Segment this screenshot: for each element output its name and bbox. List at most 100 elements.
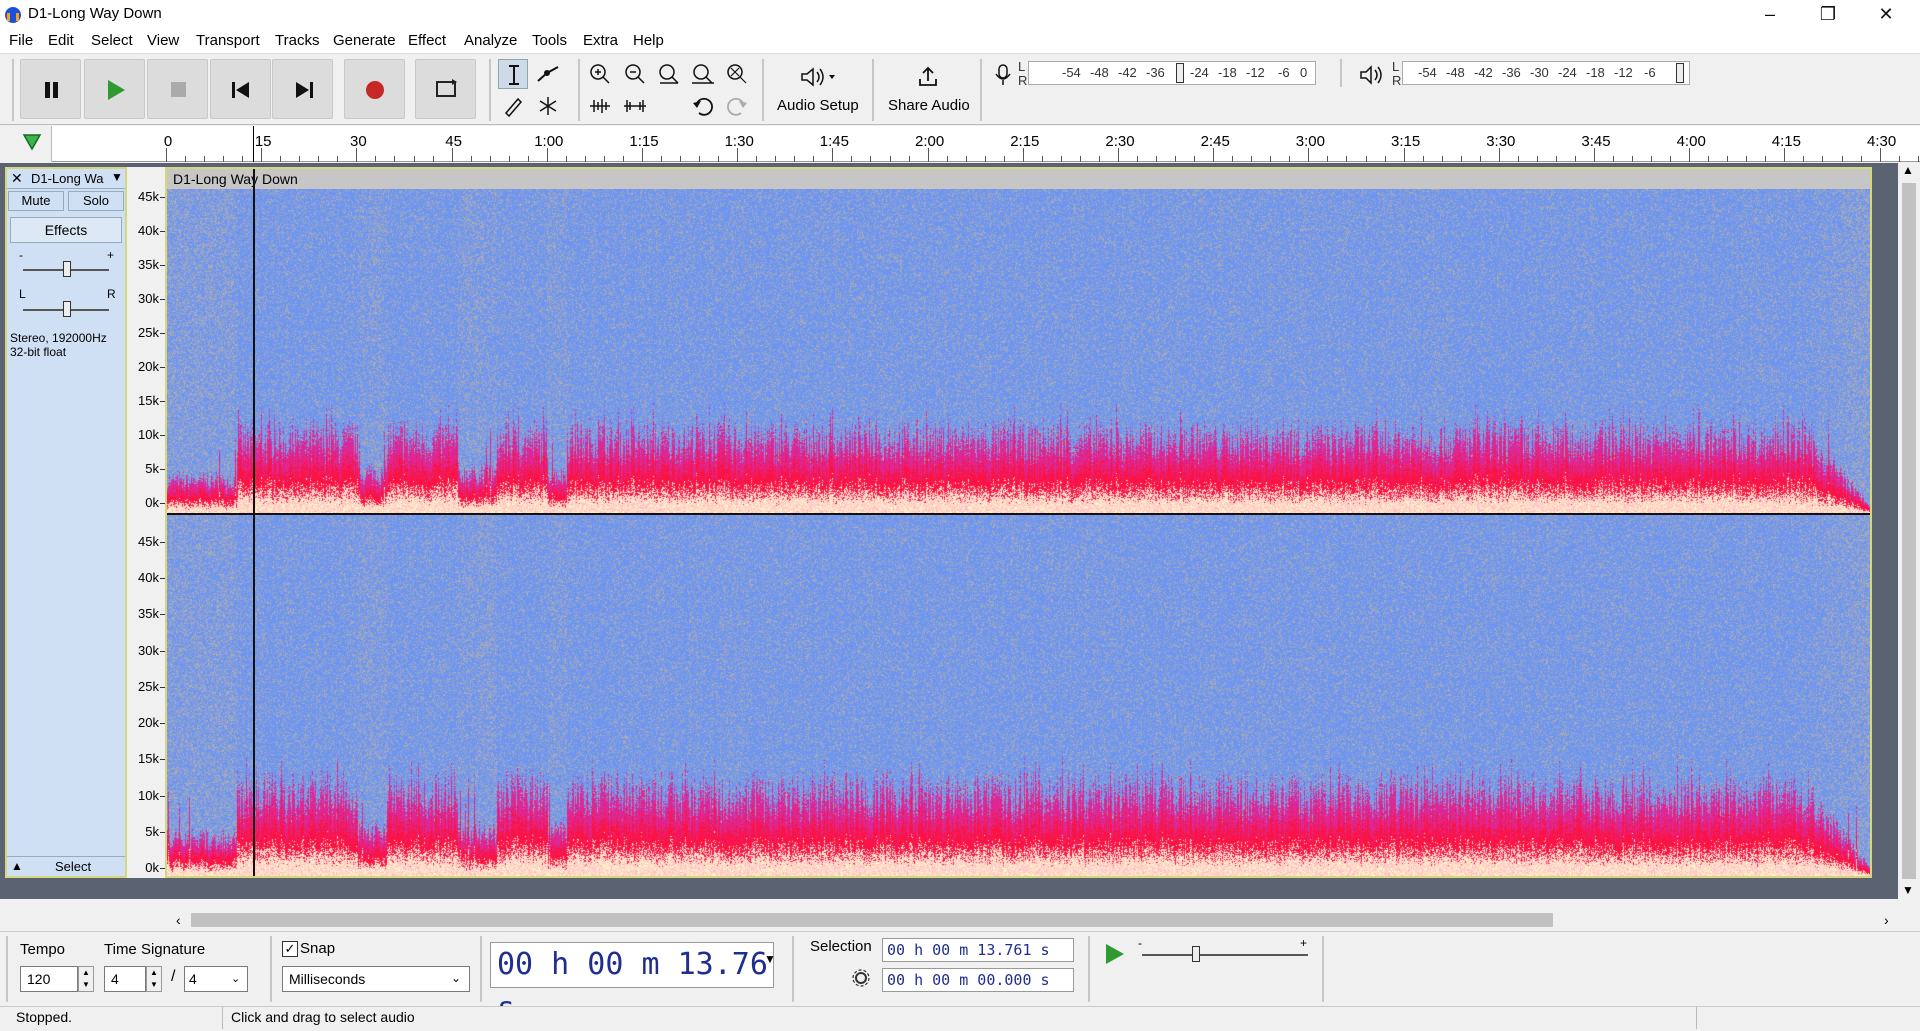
menu-transport[interactable]: Transport	[196, 32, 260, 49]
fit-project-button[interactable]	[688, 59, 718, 89]
selection-tool-button[interactable]	[498, 59, 528, 89]
track-area[interactable]: ✕ D1-Long Wa ▼ Mute Solo Effects - + L R…	[0, 163, 1920, 899]
multi-tool-button[interactable]	[533, 91, 563, 121]
scroll-right-icon[interactable]: ›	[1884, 912, 1889, 928]
restore-icon[interactable]: ❐	[1800, 0, 1856, 30]
timeline-ruler[interactable]: 0 15 30 45 1:00 1:15 1:30 1:45 2:00 2:15 2:30 2:45 3…	[0, 126, 1920, 162]
recording-meter[interactable]: L R -54 -48 -42 -36 -24 -18 -12 -6 0	[990, 59, 1330, 89]
select-track-button[interactable]: Select	[55, 859, 91, 874]
toolbar-grip[interactable]	[6, 936, 8, 1002]
zoom-in-button[interactable]	[585, 59, 615, 89]
menu-file[interactable]: File	[9, 32, 33, 49]
menu-generate[interactable]: Generate	[333, 32, 396, 49]
selection-length-field[interactable]: 00 h 00 m 00.000 s	[882, 968, 1074, 992]
toolbar-grip[interactable]	[1088, 936, 1090, 1002]
toolbar-grip[interactable]	[1340, 59, 1342, 87]
gain-slider[interactable]	[63, 261, 71, 277]
toolbar-grip[interactable]	[480, 936, 482, 1002]
audio-setup-button[interactable]: Audio Setup	[770, 59, 866, 121]
close-icon[interactable]: ✕	[1858, 0, 1914, 30]
menu-select[interactable]: Select	[91, 32, 133, 49]
playback-meter[interactable]: L R -54 -48 -42 -36 -30 -24 -18 -12 -6	[1356, 59, 1696, 89]
tempo-spinner[interactable]: ▲ ▼	[78, 966, 94, 992]
toolbar-grip[interactable]	[12, 59, 14, 121]
skip-to-start-button[interactable]	[210, 59, 271, 119]
toolbar-grip[interactable]	[1322, 936, 1324, 1002]
toolbar-grip[interactable]	[762, 59, 764, 121]
toolbar-grip[interactable]	[270, 936, 272, 1002]
track-name-menu[interactable]: D1-Long Wa	[31, 171, 104, 186]
scroll-left-icon[interactable]: ‹	[176, 912, 181, 928]
loop-button[interactable]	[415, 59, 476, 119]
play-at-speed-button[interactable]	[1100, 940, 1128, 968]
ruler-minor-tick	[603, 156, 605, 162]
chevron-down-icon[interactable]: ▼	[111, 170, 123, 184]
snap-checkbox[interactable]: ✓	[282, 941, 298, 957]
toolbar-grip[interactable]	[980, 59, 982, 121]
menu-analyze[interactable]: Analyze	[464, 32, 517, 49]
envelope-tool-button[interactable]	[533, 59, 563, 89]
minimize-icon[interactable]: –	[1742, 0, 1798, 30]
clip-title-bar[interactable]: D1-Long Way Down	[167, 169, 1870, 189]
spectrogram-left-channel[interactable]	[167, 189, 1870, 513]
record-button[interactable]	[344, 59, 405, 119]
audio-clip[interactable]: D1-Long Way Down	[165, 167, 1872, 878]
scroll-up-icon[interactable]: ▲	[1902, 163, 1914, 177]
scroll-down-icon[interactable]: ▼	[1902, 883, 1914, 897]
menu-help[interactable]: Help	[633, 32, 664, 49]
time-display[interactable]: 00 h 00 m 13.76 s	[490, 942, 774, 1026]
play-level-slider[interactable]	[1676, 63, 1684, 83]
redo-button[interactable]	[722, 91, 752, 121]
meter-channel-l: L	[1392, 59, 1400, 74]
skip-to-end-button[interactable]	[272, 59, 333, 119]
toolbar-grip[interactable]	[872, 59, 874, 121]
frequency-ruler[interactable]: 45k 40k 35k 30k 25k 20k 15k 10k 5k 0k 45k 40k 35k 30…	[127, 167, 165, 878]
menu-edit[interactable]: Edit	[48, 32, 74, 49]
undo-button[interactable]	[688, 91, 718, 121]
menu-extra[interactable]: Extra	[583, 32, 618, 49]
speed-slider[interactable]	[1192, 946, 1200, 962]
rec-meter-tick: -54	[1062, 65, 1081, 80]
rec-level-slider[interactable]	[1176, 63, 1184, 83]
collapse-track-icon[interactable]: ▲	[11, 859, 23, 873]
track-control-panel[interactable]: ✕ D1-Long Wa ▼ Mute Solo Effects - + L R…	[5, 167, 127, 878]
toolbar-grip[interactable]	[578, 59, 580, 121]
menu-effect[interactable]: Effect	[408, 32, 446, 49]
vertical-scrollbar[interactable]: ▲ ▼	[1898, 163, 1920, 899]
mute-button[interactable]: Mute	[8, 191, 64, 211]
silence-button[interactable]	[620, 91, 650, 121]
toolbar-grip[interactable]	[489, 59, 491, 121]
trim-button[interactable]	[585, 91, 615, 121]
menu-tracks[interactable]: Tracks	[275, 32, 319, 49]
timesig-numerator-input[interactable]: 4	[104, 966, 146, 992]
zoom-toggle-button[interactable]	[722, 59, 752, 89]
vertical-scroll-thumb[interactable]	[1902, 183, 1916, 879]
menu-view[interactable]: View	[147, 32, 179, 49]
pause-button[interactable]	[20, 59, 81, 119]
horizontal-scroll-thumb[interactable]	[191, 913, 1553, 927]
close-track-icon[interactable]: ✕	[11, 170, 23, 187]
selection-start-field[interactable]: 00 h 00 m 13.761 s	[882, 938, 1074, 962]
snap-unit-select[interactable]: Milliseconds ⌄	[282, 966, 470, 992]
share-audio-button[interactable]: Share Audio	[880, 59, 976, 121]
effects-button[interactable]: Effects	[10, 217, 122, 243]
spectrogram-right-channel[interactable]	[167, 515, 1870, 876]
play-button[interactable]	[84, 59, 145, 119]
tempo-input[interactable]: 120	[20, 966, 78, 992]
toolbar-grip[interactable]	[792, 936, 794, 1002]
draw-tool-button[interactable]	[498, 91, 528, 121]
gear-icon[interactable]	[851, 968, 871, 988]
solo-button[interactable]: Solo	[68, 191, 124, 211]
ruler-minor-tick	[1460, 156, 1462, 162]
menu-tools[interactable]: Tools	[532, 32, 567, 49]
timesig-denominator-select[interactable]: 4 ⌄	[184, 966, 248, 992]
timesig-spinner[interactable]: ▲ ▼	[146, 966, 162, 992]
pan-slider[interactable]	[63, 301, 71, 317]
time-format-dropdown-icon[interactable]: ▼	[764, 952, 776, 966]
zoom-out-button[interactable]	[620, 59, 650, 89]
horizontal-scrollbar[interactable]: ‹ ›	[0, 909, 1920, 931]
ruler-minor-tick	[1479, 156, 1481, 162]
selection-length-value: 00 h 00 m 00.000 s	[887, 971, 1050, 989]
stop-button[interactable]	[147, 59, 208, 119]
fit-selection-button[interactable]	[654, 59, 684, 89]
